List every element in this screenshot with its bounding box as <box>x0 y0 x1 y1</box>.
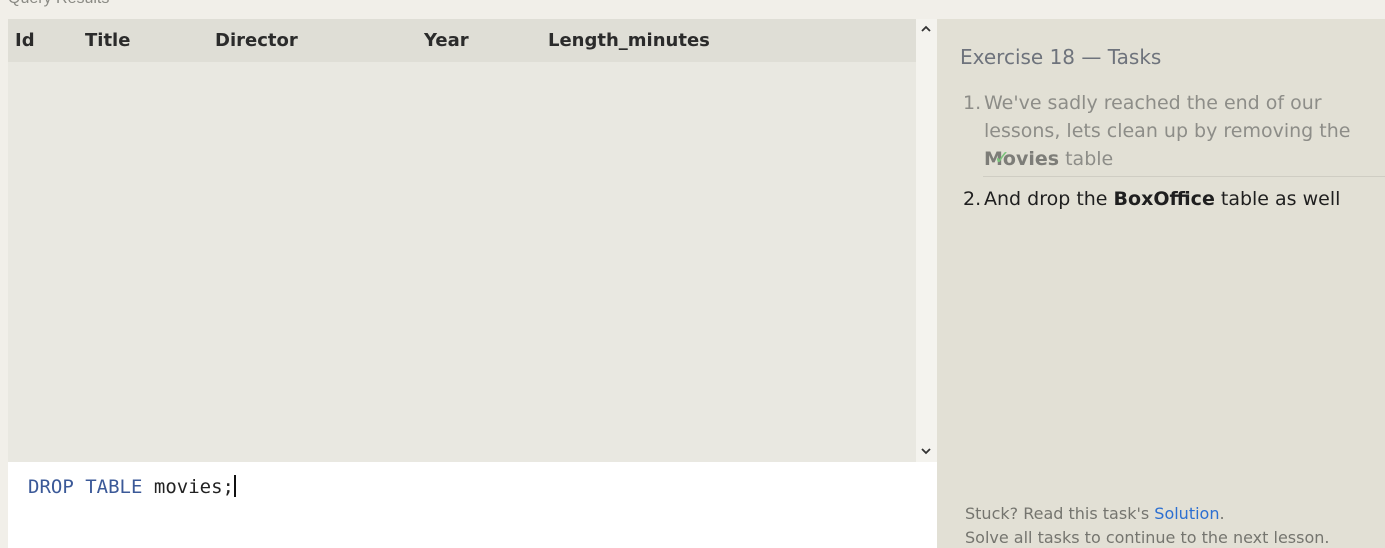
scroll-down-icon[interactable] <box>919 444 933 458</box>
sql-identifier: movies; <box>153 476 234 498</box>
tasks-panel: Exercise 18 — Tasks 1. We've sadly reach… <box>937 19 1385 548</box>
task-text-part: table <box>1059 148 1114 170</box>
task-divider <box>983 176 1385 177</box>
query-results-table: Id Title Director Year Length_minutes <box>8 19 916 462</box>
solution-link[interactable]: Solution <box>1154 504 1219 523</box>
task-text-part: table as well <box>1214 188 1341 210</box>
sql-keyword-table: TABLE <box>85 476 143 498</box>
continue-hint: Solve all tasks to continue to the next … <box>965 528 1330 547</box>
task-text: We've sadly reached the end of our lesso… <box>984 89 1374 173</box>
results-header-row: Id Title Director Year Length_minutes <box>8 19 916 62</box>
check-icon: ✓ <box>994 147 1010 169</box>
column-header-title: Title <box>85 30 131 51</box>
sql-code[interactable]: DROP TABLE movies; <box>28 475 236 498</box>
tasks-title: Exercise 18 — Tasks <box>960 45 1162 69</box>
column-header-director: Director <box>215 30 298 51</box>
task-number: 2. <box>963 188 982 210</box>
results-scrollbar[interactable] <box>916 19 937 462</box>
column-header-year: Year <box>424 30 469 51</box>
task-text: And drop the BoxOffice table as well <box>984 185 1374 213</box>
scroll-up-icon[interactable] <box>919 22 933 36</box>
sqlbolt-exercise-page: Query Results Id Title Director Year Len… <box>0 0 1385 548</box>
query-results-label: Query Results <box>8 0 109 8</box>
stuck-hint-period: . <box>1219 504 1225 523</box>
task-bold-table-name: BoxOffice <box>1113 188 1215 210</box>
sql-editor[interactable]: DROP TABLE movies; <box>8 462 937 548</box>
stuck-hint: Stuck? Read this task's Solution. <box>965 504 1225 523</box>
sql-keyword-drop: DROP <box>28 476 74 498</box>
stuck-hint-text: Stuck? Read this task's <box>965 504 1155 523</box>
text-cursor <box>233 475 236 497</box>
column-header-length-minutes: Length_minutes <box>548 30 710 51</box>
column-header-id: Id <box>15 30 35 51</box>
task-number: 1. <box>963 92 982 114</box>
task-text-part: And drop the <box>984 188 1114 210</box>
task-text-part: We've sadly reached the end of our lesso… <box>984 92 1351 142</box>
